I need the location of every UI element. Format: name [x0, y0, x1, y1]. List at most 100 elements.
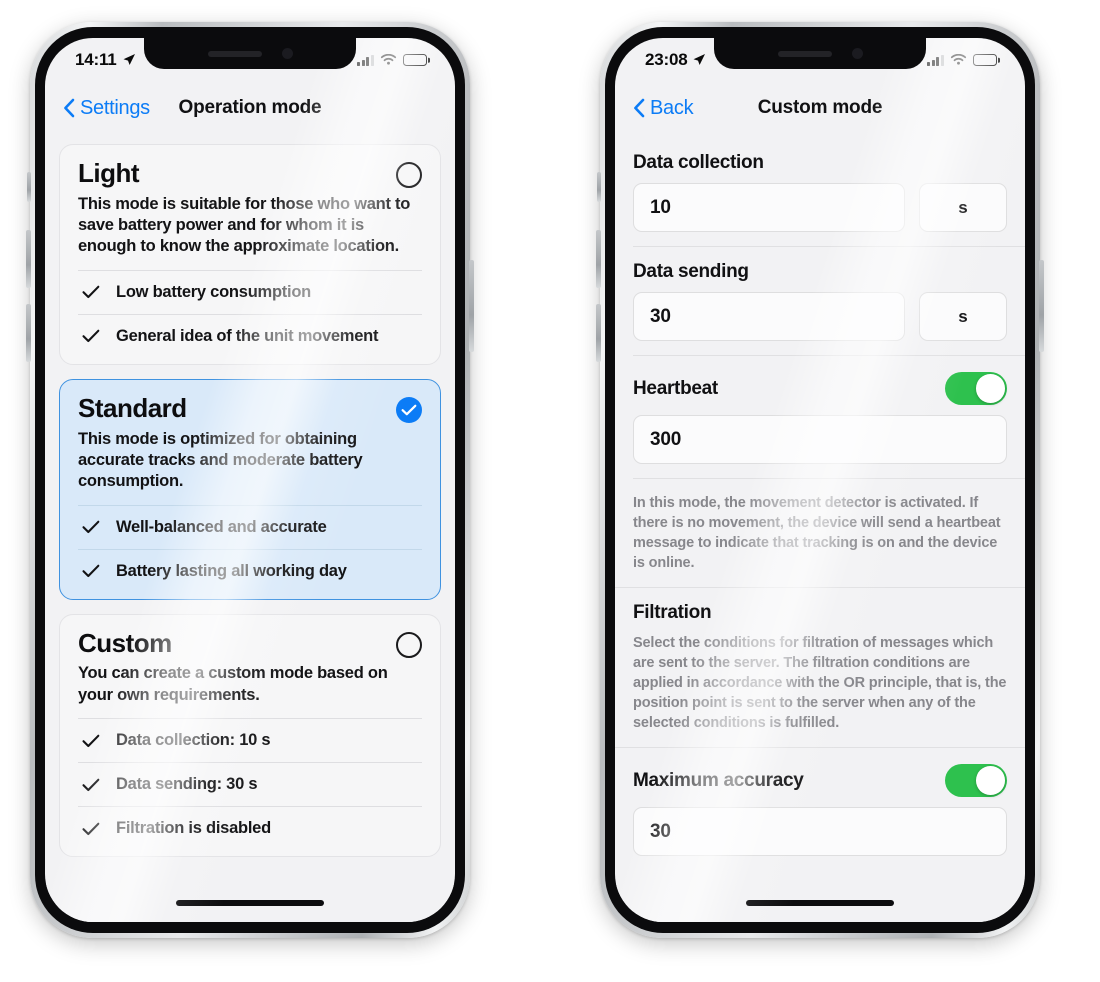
check-icon: [82, 822, 100, 835]
filtration-label: Filtration: [633, 602, 712, 623]
mode-feature-item: General idea of the unit movement: [78, 313, 422, 358]
section-divider: [633, 246, 1025, 247]
radio-unselected-icon[interactable]: [396, 162, 422, 188]
data-sending-input[interactable]: 30: [633, 292, 905, 341]
maximum-accuracy-label: Maximum accuracy: [633, 769, 804, 791]
navigation-bar: Settings Operation mode: [45, 82, 455, 134]
phone-device-custom-mode: 23:08 Back Custom mode Data collection 1…: [596, 22, 1044, 938]
heartbeat-row: 300: [633, 415, 1007, 464]
check-icon: [82, 521, 100, 534]
mode-card-custom[interactable]: Custom You can create a custom mode base…: [59, 613, 441, 858]
section-divider: [633, 355, 1025, 356]
heartbeat-hint: In this mode, the movement detector is a…: [633, 495, 1001, 571]
front-camera-icon: [851, 48, 863, 59]
data-collection-label: Data collection: [633, 152, 764, 173]
screenshot-stage: 14:11 Settings Operation mode Light This…: [0, 0, 1100, 982]
check-icon: [82, 330, 100, 343]
wifi-icon: [380, 54, 397, 65]
cellular-signal-icon: [927, 54, 944, 66]
back-button[interactable]: Back: [633, 96, 694, 120]
back-button-label: Settings: [80, 96, 150, 119]
status-bar-left: 23:08: [645, 50, 706, 70]
section-data-collection: Data collection 10 s: [615, 152, 1025, 232]
maximum-accuracy-row: 30: [633, 807, 1007, 856]
mode-description: You can create a custom mode based on yo…: [78, 664, 388, 704]
heartbeat-header: Heartbeat: [633, 372, 1007, 405]
back-button-settings[interactable]: Settings: [63, 97, 150, 120]
data-collection-unit-select[interactable]: s: [919, 183, 1007, 232]
mode-title: Light: [78, 158, 140, 188]
heartbeat-input[interactable]: 300: [633, 415, 1007, 464]
mode-card-light[interactable]: Light This mode is suitable for those wh…: [59, 144, 441, 365]
mode-feature-label: Data sending: 30 s: [116, 775, 258, 794]
home-indicator[interactable]: [746, 900, 894, 906]
check-icon: [82, 565, 100, 578]
volume-up-button[interactable]: [596, 230, 601, 288]
section-divider: [615, 747, 1025, 748]
back-button-label: Back: [650, 96, 694, 119]
check-icon: [401, 404, 417, 416]
mode-list-scroll[interactable]: Light This mode is suitable for those wh…: [45, 134, 455, 922]
phone-screen-operation-mode: 14:11 Settings Operation mode Light This…: [45, 38, 455, 922]
maximum-accuracy-header: Maximum accuracy: [633, 764, 1007, 797]
data-sending-unit-select[interactable]: s: [919, 292, 1007, 341]
mode-feature-item: Well-balanced and accurate: [78, 504, 422, 549]
mode-feature-label: Battery lasting all working day: [116, 561, 347, 580]
maximum-accuracy-toggle[interactable]: [945, 764, 1007, 797]
earpiece-speaker-icon: [777, 50, 832, 57]
maximum-accuracy-input[interactable]: 30: [633, 807, 1007, 856]
mode-cards: Light This mode is suitable for those wh…: [45, 134, 455, 858]
radio-unselected-icon[interactable]: [396, 631, 422, 658]
toggle-knob: [976, 374, 1005, 403]
mode-card-standard[interactable]: Standard This mode is optimized for obta…: [59, 378, 441, 600]
notch: [714, 38, 926, 69]
volume-up-button[interactable]: [26, 230, 31, 288]
mode-feature-item: Battery lasting all working day: [78, 548, 422, 593]
mode-card-header: Light: [78, 159, 422, 194]
front-camera-icon: [281, 48, 293, 59]
phone-bezel: 14:11 Settings Operation mode Light This…: [35, 27, 465, 933]
heartbeat-toggle[interactable]: [945, 372, 1007, 405]
check-icon: [82, 286, 100, 299]
custom-mode-scroll[interactable]: Data collection 10 s Data sending 30 s H…: [615, 134, 1025, 922]
mode-card-header: Custom: [78, 629, 422, 664]
mode-feature-label: General idea of the unit movement: [116, 326, 379, 345]
power-button[interactable]: [1039, 260, 1044, 352]
phone-screen-custom-mode: 23:08 Back Custom mode Data collection 1…: [615, 38, 1025, 922]
mode-feature-item: Low battery consumption: [78, 269, 422, 314]
status-bar-right: [927, 54, 997, 66]
chevron-left-icon: [64, 98, 75, 118]
status-bar-time: 23:08: [645, 50, 688, 69]
earpiece-speaker-icon: [207, 50, 262, 57]
mode-feature-label: Low battery consumption: [116, 282, 312, 301]
radio-selected-icon[interactable]: [396, 396, 422, 423]
silent-switch[interactable]: [597, 172, 601, 202]
section-data-sending: Data sending 30 s: [615, 261, 1025, 341]
silent-switch[interactable]: [27, 172, 31, 202]
notch: [144, 38, 356, 69]
section-filtration: Filtration Select the conditions for fil…: [615, 602, 1025, 733]
chevron-left-icon: [634, 98, 645, 118]
data-collection-input[interactable]: 10: [633, 183, 905, 232]
toggle-knob: [976, 766, 1005, 795]
volume-down-button[interactable]: [26, 304, 31, 362]
status-bar-right: [357, 54, 427, 66]
phone-device-operation-mode: 14:11 Settings Operation mode Light This…: [26, 22, 474, 938]
home-indicator-area: [615, 884, 1025, 922]
home-indicator[interactable]: [176, 900, 324, 906]
mode-title: Custom: [78, 627, 172, 658]
wifi-icon: [950, 54, 967, 65]
data-sending-label: Data sending: [633, 261, 749, 282]
mode-feature-label: Data collection: 10 s: [116, 731, 271, 750]
mode-feature-item: Data collection: 10 s: [78, 718, 422, 762]
power-button[interactable]: [469, 260, 474, 352]
data-collection-row: 10 s: [633, 183, 1007, 232]
section-divider: [615, 587, 1025, 588]
mode-feature-label: Filtration is disabled: [116, 819, 271, 838]
volume-down-button[interactable]: [596, 304, 601, 362]
check-icon: [82, 734, 100, 747]
navigation-bar: Back Custom mode: [615, 82, 1025, 134]
mode-card-header: Standard: [78, 394, 422, 429]
data-sending-row: 30 s: [633, 292, 1007, 341]
location-arrow-icon: [123, 54, 135, 65]
